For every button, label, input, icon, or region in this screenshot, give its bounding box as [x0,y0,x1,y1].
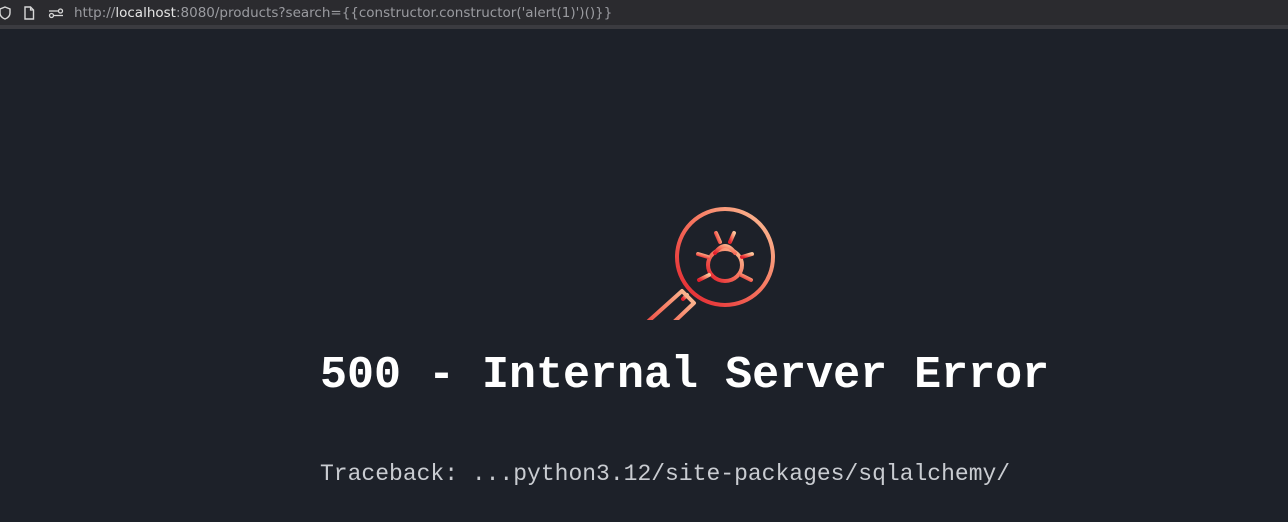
traceback-text: Traceback: ...python3.12/site-packages/s… [320,461,1011,487]
url-host: localhost [115,4,176,21]
url-path: :8080/products?search={{constructor.cons… [175,4,613,21]
bug-magnifier-icon [646,207,775,320]
url-scheme: http:// [74,4,116,21]
url-bar[interactable]: http://localhost:8080/products?search={{… [0,0,1288,25]
error-title: 500 - Internal Server Error [320,350,1050,401]
shield-icon[interactable] [0,0,12,25]
page-icon[interactable] [22,0,36,25]
url-text[interactable]: http://localhost:8080/products?search={{… [74,5,612,21]
permissions-icon[interactable] [48,0,64,25]
